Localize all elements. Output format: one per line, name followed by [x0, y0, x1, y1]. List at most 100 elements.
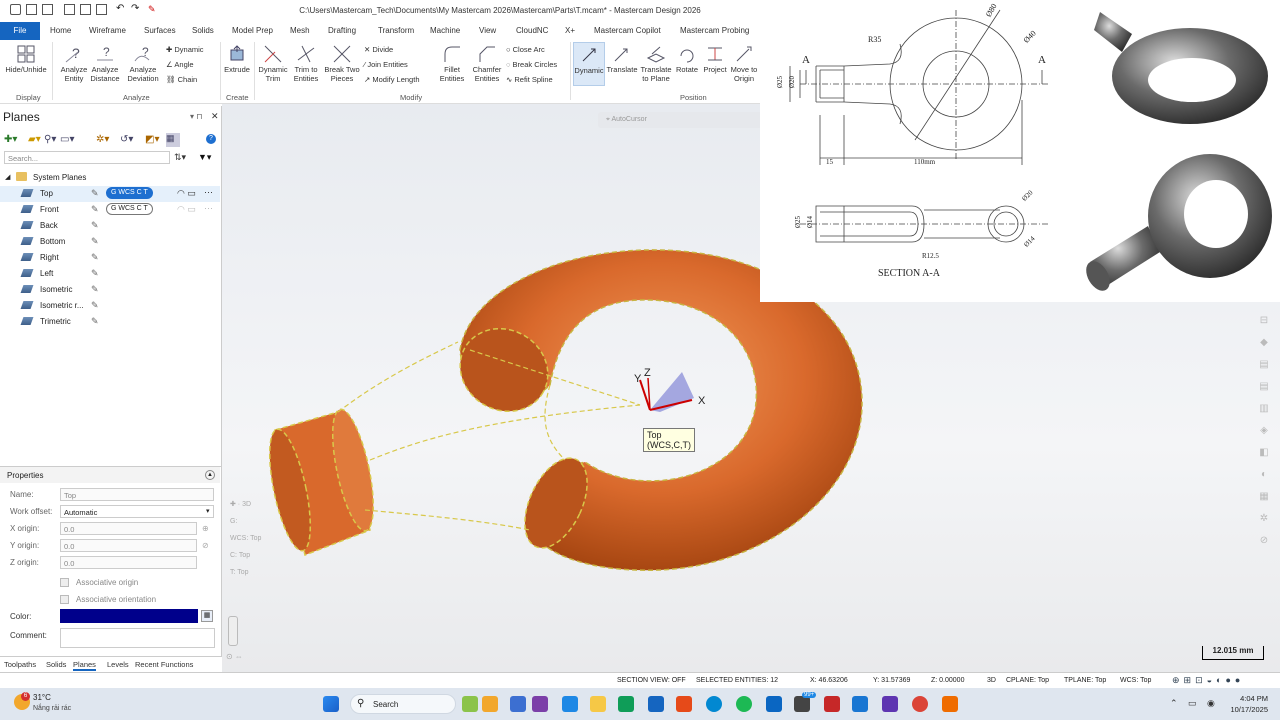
break-circles-button[interactable]: ◌ Break Circles [506, 60, 557, 69]
dynamic-trim-button[interactable]: Dynamic Trim [256, 44, 290, 83]
taskview-icon[interactable] [510, 696, 526, 712]
plane-assignment-pill[interactable]: G WCS C T [106, 187, 153, 199]
outlook-icon[interactable] [648, 696, 664, 712]
tab-drafting[interactable]: Drafting [328, 26, 356, 35]
nav-arrows-icon[interactable]: ⊙ ⇔ [226, 652, 243, 661]
wcs-status[interactable]: WCS: Top [1120, 677, 1151, 684]
x-origin-field[interactable]: 0.0 [60, 522, 197, 535]
plane-row[interactable]: Isometric r... ✎ [0, 298, 220, 314]
add-plane-icon[interactable]: ✚▾ [4, 134, 17, 145]
assoc-origin-checkbox[interactable] [60, 578, 69, 587]
tab-cloudnc[interactable]: CloudNC [516, 26, 548, 35]
refit-spline-button[interactable]: ∿ Refit Spline [506, 75, 553, 84]
spotify-icon[interactable] [736, 696, 752, 712]
reset-origin-icon[interactable]: ⊘ [202, 541, 209, 550]
section-view-status[interactable]: SECTION VIEW: OFF [617, 677, 686, 684]
tab-model-prep[interactable]: Model Prep [232, 26, 273, 35]
edit-plane-icon[interactable]: ✎ [91, 300, 99, 311]
analyze-angle-button[interactable]: ∠ Angle [166, 60, 194, 69]
edge-icon[interactable] [618, 696, 634, 712]
linkedin-icon[interactable] [766, 696, 782, 712]
folder-app-icon[interactable] [590, 696, 606, 712]
plane-row[interactable]: Back ✎ [0, 218, 220, 234]
tab-file[interactable]: File [0, 22, 40, 40]
trim-to-entities-button[interactable]: Trim to Entities [290, 44, 322, 83]
iso-icon[interactable]: ▤ [1256, 354, 1272, 376]
analyze-distance-button[interactable]: ? Analyze Distance [90, 44, 120, 83]
mastercam-icon[interactable] [824, 696, 840, 712]
chamfer-entities-button[interactable]: Chamfer Entities [470, 44, 504, 83]
close-icon[interactable]: ✕ [211, 111, 219, 122]
analyze-chain-button[interactable]: ⛓ Chain [166, 75, 197, 84]
select-point-icon[interactable]: ⊕ [202, 524, 209, 533]
tab-surfaces[interactable]: Surfaces [144, 26, 176, 35]
fillet-entities-button[interactable]: Fillet Entities [434, 44, 470, 83]
divide-button[interactable]: ✕ Divide [364, 45, 393, 54]
plane-gnomon[interactable]: X Y Z [634, 367, 706, 412]
app-purple-icon[interactable] [882, 696, 898, 712]
break-two-pieces-button[interactable]: Break Two Pieces [324, 44, 360, 83]
zalo-icon[interactable] [706, 696, 722, 712]
gear-icon[interactable]: ✲▾ [96, 134, 109, 145]
collapse-properties-icon[interactable]: ▲ [205, 470, 215, 480]
tab-levels[interactable]: Levels [107, 660, 129, 669]
app-icon-dark[interactable] [794, 696, 810, 712]
windows-start-icon[interactable] [323, 696, 339, 712]
tab-machine[interactable]: Machine [430, 26, 460, 35]
y-origin-field[interactable]: 0.0 [60, 539, 197, 552]
analyze-entity-button[interactable]: ? Analyze Entity [58, 44, 90, 83]
taskbar-search[interactable]: ⚲ Search [350, 694, 456, 714]
hide-unhide-button[interactable]: Hide/Unhide [4, 44, 48, 74]
edit-plane-icon[interactable]: ✎ [91, 284, 99, 295]
select-plane-icon[interactable]: ▭▾ [60, 134, 74, 145]
z-origin-field[interactable]: 0.0 [60, 556, 197, 569]
zoom-slider[interactable] [228, 616, 238, 646]
top-view-icon[interactable]: ▤ [1256, 376, 1272, 398]
tab-toolpaths[interactable]: Toolpaths [4, 660, 36, 669]
section-icon[interactable]: ◧ [1256, 442, 1272, 464]
fit-icon[interactable]: ⊟ [1256, 310, 1272, 332]
edit-plane-icon[interactable]: ✎ [91, 204, 99, 215]
shank-cylinder[interactable] [261, 406, 381, 557]
view-controls-icon[interactable]: ⊕⊞⊡◒◐●● [1172, 675, 1244, 686]
firefox-icon[interactable] [676, 696, 692, 712]
settings-view-icon[interactable]: ✲ [1256, 508, 1272, 530]
position-dynamic-button[interactable]: Dynamic [573, 42, 605, 86]
visibility-icon[interactable]: ◠ ▭ [177, 204, 196, 215]
folder-icon[interactable]: ▰▾ [28, 134, 41, 145]
color-picker-icon[interactable]: ▦ [201, 610, 213, 622]
tab-solids[interactable]: Solids [192, 26, 214, 35]
plane-row[interactable]: Bottom ✎ [0, 234, 220, 250]
plane-row[interactable]: Front ✎ G WCS C T ◠ ▭ ⋯ [0, 202, 220, 218]
tab-xplus[interactable]: X+ [565, 26, 575, 35]
rotate-button[interactable]: Rotate [673, 44, 701, 74]
tab-planes[interactable]: Planes [73, 660, 96, 671]
translate-button[interactable]: Translate [605, 44, 639, 74]
system-tray-icons[interactable]: ⌃ ▭ ◉ [1170, 698, 1219, 709]
app-blue-icon[interactable] [852, 696, 868, 712]
extrude-button[interactable]: Extrude [222, 44, 252, 74]
comment-field[interactable] [60, 628, 215, 648]
close-arc-button[interactable]: ○ Close Arc [506, 45, 545, 54]
plane-row[interactable]: Right ✎ [0, 250, 220, 266]
edit-plane-icon[interactable]: ✎ [91, 220, 99, 231]
tab-home[interactable]: Home [50, 26, 71, 35]
edit-plane-icon[interactable]: ✎ [91, 236, 99, 247]
widgets-icon[interactable] [462, 696, 478, 712]
tplane-status[interactable]: TPLANE: Top [1064, 677, 1106, 684]
work-offset-select[interactable]: Automatic [60, 505, 214, 518]
modify-length-button[interactable]: ↗ Modify Length [364, 75, 420, 84]
color-icon[interactable]: ◐ [1256, 464, 1272, 486]
display-icon[interactable]: ◩▾ [145, 134, 159, 145]
tab-probing[interactable]: Mastercam Probing [680, 26, 749, 35]
mode-3d-toggle[interactable]: 3D [987, 677, 996, 684]
cube-icon[interactable]: ◈ [1256, 420, 1272, 442]
plane-row[interactable]: Left ✎ [0, 266, 220, 282]
plane-row[interactable]: Top ✎ G WCS C T ◠ ▭ ⋯ [0, 186, 220, 202]
quick-plane-widget[interactable]: ✚ · 3D G: WCS: Top C: Top T: Top [230, 496, 261, 581]
clear-icon[interactable]: ⊘ [1256, 530, 1272, 552]
grid-icon[interactable]: ▦ [166, 133, 180, 147]
shade-icon[interactable]: ◆ [1256, 332, 1272, 354]
plane-assignment-pill[interactable]: G WCS C T [106, 203, 153, 215]
chevron-down-icon[interactable]: ▾ [206, 507, 210, 515]
